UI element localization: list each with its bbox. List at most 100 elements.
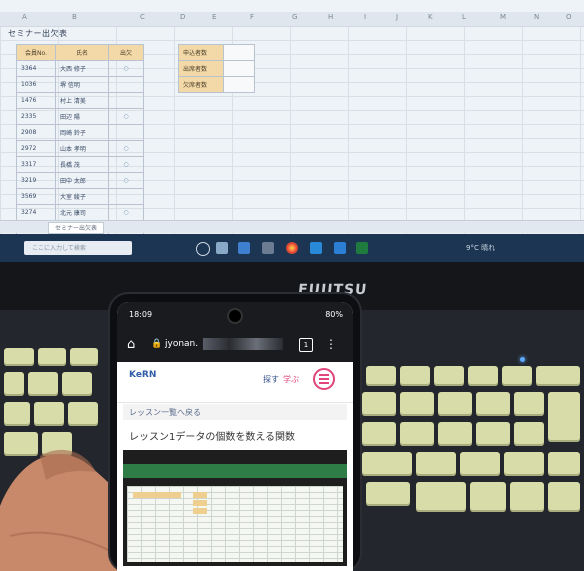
keyboard-key[interactable] [536, 366, 580, 386]
enter-key[interactable] [548, 392, 580, 442]
column-letter[interactable]: G [292, 13, 297, 21]
summary-value[interactable] [223, 44, 255, 61]
keyboard-key[interactable] [400, 392, 434, 416]
keyboard-key[interactable] [366, 482, 410, 506]
member-number-cell[interactable]: 1476 [16, 92, 56, 109]
attendance-cell[interactable]: ○ [108, 156, 144, 173]
kebab-menu-icon[interactable]: ⋮ [325, 337, 337, 351]
keyboard-key[interactable] [68, 402, 98, 426]
keyboard-key[interactable] [476, 422, 510, 446]
column-letter[interactable]: O [566, 13, 572, 21]
keyboard-key[interactable] [548, 452, 580, 476]
member-name-cell[interactable]: 田中 太郎 [55, 172, 109, 189]
keyboard-key[interactable] [438, 392, 472, 416]
file-explorer-icon[interactable] [238, 242, 250, 254]
member-name-cell[interactable]: 村上 清美 [55, 92, 109, 109]
keyboard-key[interactable] [434, 366, 464, 386]
keyboard-key[interactable] [28, 372, 58, 396]
keyboard-key[interactable] [502, 366, 532, 386]
member-number-cell[interactable]: 2908 [16, 124, 56, 141]
attendance-cell[interactable] [108, 76, 144, 93]
chrome-icon[interactable] [286, 242, 298, 254]
keyboard-key[interactable] [4, 372, 24, 396]
keyboard-key[interactable] [504, 452, 544, 476]
column-letter[interactable]: F [250, 13, 254, 21]
task-view-icon[interactable] [196, 242, 210, 256]
member-name-cell[interactable]: 大西 修子 [55, 60, 109, 77]
attendance-cell[interactable] [108, 92, 144, 109]
column-letter[interactable]: E [212, 13, 216, 21]
column-letter[interactable]: A [22, 13, 27, 21]
member-name-cell[interactable]: 堺 信明 [55, 76, 109, 93]
lesson-video[interactable] [123, 450, 347, 566]
column-letter[interactable]: I [364, 13, 366, 21]
keyboard-key[interactable] [476, 392, 510, 416]
column-letter[interactable]: H [328, 13, 333, 21]
taskbar-app-icon-2[interactable] [334, 242, 346, 254]
excel-icon[interactable] [356, 242, 368, 254]
attendance-cell[interactable]: ○ [108, 204, 144, 221]
home-icon[interactable]: ⌂ [127, 337, 135, 352]
keyboard-key[interactable] [468, 366, 498, 386]
keyboard-key[interactable] [38, 348, 66, 366]
tab-count-button[interactable]: 1 [299, 338, 313, 352]
keyboard-key[interactable] [362, 422, 396, 446]
summary-value[interactable] [223, 76, 255, 93]
keyboard-key[interactable] [514, 392, 544, 416]
nav-learn-link[interactable]: 学ぶ [283, 374, 299, 385]
column-letter[interactable]: J [396, 13, 398, 21]
keyboard-key[interactable] [366, 366, 396, 386]
member-number-cell[interactable]: 3219 [16, 172, 56, 189]
arrow-key[interactable] [510, 482, 544, 512]
keyboard-key[interactable] [470, 482, 506, 512]
member-number-cell[interactable]: 1036 [16, 76, 56, 93]
attendance-cell[interactable]: ○ [108, 108, 144, 125]
hamburger-menu-icon[interactable] [313, 368, 335, 390]
attendance-cell[interactable]: ○ [108, 60, 144, 77]
keyboard-key[interactable] [4, 402, 30, 426]
summary-value[interactable] [223, 60, 255, 77]
back-to-lessons-link[interactable]: レッスン一覧へ戻る [123, 404, 347, 420]
member-number-cell[interactable]: 2335 [16, 108, 56, 125]
keyboard-key[interactable] [460, 452, 500, 476]
column-letter[interactable]: B [72, 13, 77, 21]
member-number-cell[interactable]: 3274 [16, 204, 56, 221]
attendance-cell[interactable]: ○ [108, 172, 144, 189]
member-name-cell[interactable]: 長橋 茂 [55, 156, 109, 173]
member-name-cell[interactable]: 山本 孝明 [55, 140, 109, 157]
column-letter[interactable]: L [462, 13, 466, 21]
member-number-cell[interactable]: 2972 [16, 140, 56, 157]
keyboard-key[interactable] [62, 372, 92, 396]
keyboard-key[interactable] [4, 348, 34, 366]
column-letter[interactable]: D [180, 13, 185, 21]
nav-search-link[interactable]: 探す [263, 374, 279, 385]
taskbar-search-box[interactable]: ここに入力して検索 [24, 241, 132, 255]
column-letter[interactable]: K [428, 13, 433, 21]
site-logo[interactable]: KeRN [129, 370, 163, 394]
member-name-cell[interactable]: 北元 康司 [55, 204, 109, 221]
attendance-cell[interactable]: ○ [108, 140, 144, 157]
member-number-cell[interactable]: 3317 [16, 156, 56, 173]
sheet-tab-active[interactable]: セミナー出欠表 [48, 222, 105, 234]
keyboard-key[interactable] [362, 392, 396, 416]
keyboard-key[interactable] [34, 402, 64, 426]
arrow-key[interactable] [548, 482, 580, 512]
member-number-cell[interactable]: 3569 [16, 188, 56, 205]
attendance-cell[interactable] [108, 188, 144, 205]
member-number-cell[interactable]: 3364 [16, 60, 56, 77]
keyboard-key[interactable] [416, 452, 456, 476]
keyboard-key[interactable] [400, 422, 434, 446]
column-letter[interactable]: N [534, 13, 539, 21]
column-letter[interactable]: C [140, 13, 145, 21]
attendance-cell[interactable] [108, 124, 144, 141]
keyboard-key[interactable] [416, 482, 466, 512]
member-name-cell[interactable]: 大室 綾子 [55, 188, 109, 205]
member-name-cell[interactable]: 田辺 陽 [55, 108, 109, 125]
member-name-cell[interactable]: 岡崎 鈴子 [55, 124, 109, 141]
keyboard-key[interactable] [70, 348, 98, 366]
keyboard-key[interactable] [438, 422, 472, 446]
keyboard-key[interactable] [400, 366, 430, 386]
taskbar-app-icon[interactable] [216, 242, 228, 254]
keyboard-key[interactable] [362, 452, 412, 476]
column-letter[interactable]: M [500, 13, 506, 21]
